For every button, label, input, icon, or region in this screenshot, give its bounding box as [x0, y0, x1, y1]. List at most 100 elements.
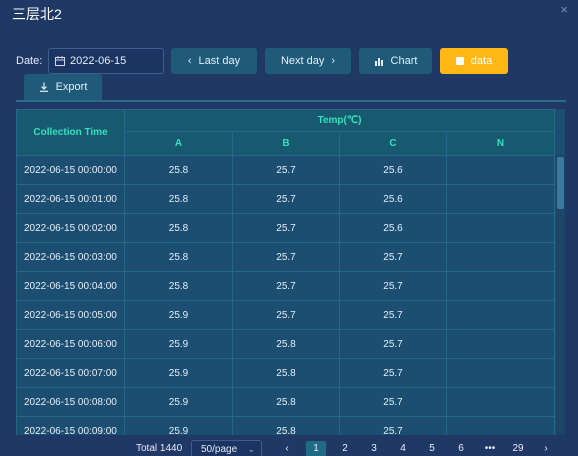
chevron-left-icon: ‹ — [187, 55, 192, 67]
cell-b: 25.7 — [232, 271, 340, 301]
data-label: data — [470, 55, 493, 67]
more-pages-button[interactable]: ••• — [480, 441, 500, 456]
next-day-button[interactable]: Next day › — [265, 48, 351, 74]
page-size-select[interactable]: 50/page ⌄ — [191, 440, 262, 456]
table-row[interactable]: 2022-06-15 00:04:00 25.8 25.7 25.7 — [16, 271, 556, 301]
cell-time: 2022-06-15 00:04:00 — [16, 271, 125, 301]
cell-a: 25.9 — [124, 387, 233, 417]
header-col-c[interactable]: C — [339, 131, 447, 156]
last-day-button[interactable]: ‹ Last day — [171, 48, 257, 74]
cell-c: 25.7 — [339, 300, 447, 330]
cell-c: 25.7 — [339, 271, 447, 301]
total-count: Total 1440 — [136, 443, 183, 454]
chevron-down-icon: ⌄ — [247, 444, 255, 454]
cell-c: 25.7 — [339, 387, 447, 417]
chevron-right-icon: › — [331, 55, 336, 67]
table-row[interactable]: 2022-06-15 00:09:00 25.9 25.8 25.7 — [16, 416, 556, 435]
title-bar: 三层北2 × — [0, 0, 578, 24]
table-row[interactable]: 2022-06-15 00:00:00 25.8 25.7 25.6 — [16, 155, 556, 185]
header-col-n[interactable]: N — [445, 131, 556, 156]
page-button[interactable]: 1 — [306, 441, 326, 456]
pagination: Total 1440 50/page ⌄ ‹ 1 2 3 4 5 6 ••• 29 › — [0, 440, 578, 456]
download-icon — [39, 82, 48, 92]
cell-n — [445, 387, 556, 417]
bar-chart-icon — [374, 57, 383, 66]
cell-a: 25.8 — [124, 271, 233, 301]
table-row[interactable]: 2022-06-15 00:05:00 25.9 25.7 25.7 — [16, 300, 556, 330]
export-button[interactable]: Export — [24, 74, 102, 100]
cell-b: 25.8 — [232, 416, 340, 435]
cell-time: 2022-06-15 00:08:00 — [16, 387, 125, 417]
window-title: 三层北2 — [12, 6, 62, 22]
toolbar-divider — [16, 100, 566, 102]
cell-c: 25.7 — [339, 358, 447, 388]
table-row[interactable]: 2022-06-15 00:08:00 25.9 25.8 25.7 — [16, 387, 556, 417]
table-row[interactable]: 2022-06-15 00:07:00 25.9 25.8 25.7 — [16, 358, 556, 388]
table-row[interactable]: 2022-06-15 00:01:00 25.8 25.7 25.6 — [16, 184, 556, 214]
header-temp-group: Temp(℃) — [123, 109, 556, 132]
cell-b: 25.7 — [232, 242, 340, 272]
cell-b: 25.8 — [232, 358, 340, 388]
cell-n — [445, 358, 556, 388]
cell-a: 25.9 — [124, 358, 233, 388]
page-button[interactable]: 4 — [393, 441, 413, 456]
toolbar: Date: 2022-06-15 ‹ Last day Next day › C… — [0, 47, 578, 101]
table-row[interactable]: 2022-06-15 00:06:00 25.9 25.8 25.7 — [16, 329, 556, 359]
table-icon — [455, 57, 464, 65]
header-collection-time[interactable]: Collection Time — [16, 109, 125, 156]
cell-n — [445, 242, 556, 272]
data-table: Collection Time Temp(℃) A B C N 2022-06-… — [16, 109, 565, 435]
cell-n — [445, 155, 556, 185]
cell-b: 25.7 — [232, 184, 340, 214]
next-page-button[interactable]: › — [536, 441, 556, 456]
cell-b: 25.7 — [232, 300, 340, 330]
header-col-a[interactable]: A — [124, 131, 233, 156]
table-row[interactable]: 2022-06-15 00:03:00 25.8 25.7 25.7 — [16, 242, 556, 272]
cell-b: 25.8 — [232, 387, 340, 417]
cell-c: 25.7 — [339, 242, 447, 272]
page-size-value: 50/page — [201, 444, 238, 455]
export-label: Export — [55, 81, 88, 93]
header-col-b[interactable]: B — [232, 131, 340, 156]
vertical-scrollbar[interactable] — [556, 155, 565, 435]
cell-b: 25.8 — [232, 329, 340, 359]
cell-c: 25.6 — [339, 184, 447, 214]
table-row[interactable]: 2022-06-15 00:02:00 25.8 25.7 25.6 — [16, 213, 556, 243]
cell-c: 25.6 — [339, 155, 447, 185]
table-body: 2022-06-15 00:00:00 25.8 25.7 25.6 2022-06-1… — [16, 155, 556, 435]
page-button[interactable]: 6 — [451, 441, 471, 456]
chart-label: Chart — [390, 55, 418, 67]
cell-a: 25.9 — [124, 300, 233, 330]
cell-time: 2022-06-15 00:03:00 — [16, 242, 125, 272]
cell-time: 2022-06-15 00:01:00 — [16, 184, 125, 214]
date-value: 2022-06-15 — [70, 55, 127, 67]
page-button[interactable]: 2 — [335, 441, 355, 456]
cell-a: 25.9 — [124, 329, 233, 359]
cell-b: 25.7 — [232, 155, 340, 185]
calendar-icon — [55, 56, 65, 66]
page-button[interactable]: 3 — [364, 441, 384, 456]
cell-n — [445, 271, 556, 301]
cell-c: 25.6 — [339, 213, 447, 243]
next-day-label: Next day — [280, 55, 325, 67]
page-button[interactable]: 5 — [422, 441, 442, 456]
close-icon[interactable]: × — [560, 2, 568, 17]
cell-a: 25.8 — [124, 155, 233, 185]
chart-button[interactable]: Chart — [359, 48, 432, 74]
cell-n — [445, 184, 556, 214]
data-button[interactable]: data — [440, 48, 508, 74]
cell-time: 2022-06-15 00:02:00 — [16, 213, 125, 243]
cell-time: 2022-06-15 00:07:00 — [16, 358, 125, 388]
cell-a: 25.8 — [124, 242, 233, 272]
scrollbar-thumb[interactable] — [557, 157, 564, 209]
prev-page-button[interactable]: ‹ — [277, 441, 297, 456]
cell-time: 2022-06-15 00:00:00 — [16, 155, 125, 185]
page-button[interactable]: 29 — [508, 441, 528, 456]
cell-c: 25.7 — [339, 329, 447, 359]
cell-a: 25.9 — [124, 416, 233, 435]
cell-time: 2022-06-15 00:05:00 — [16, 300, 125, 330]
cell-n — [445, 300, 556, 330]
last-day-label: Last day — [198, 55, 241, 67]
cell-time: 2022-06-15 00:09:00 — [16, 416, 125, 435]
date-picker-input[interactable]: 2022-06-15 — [48, 48, 164, 74]
